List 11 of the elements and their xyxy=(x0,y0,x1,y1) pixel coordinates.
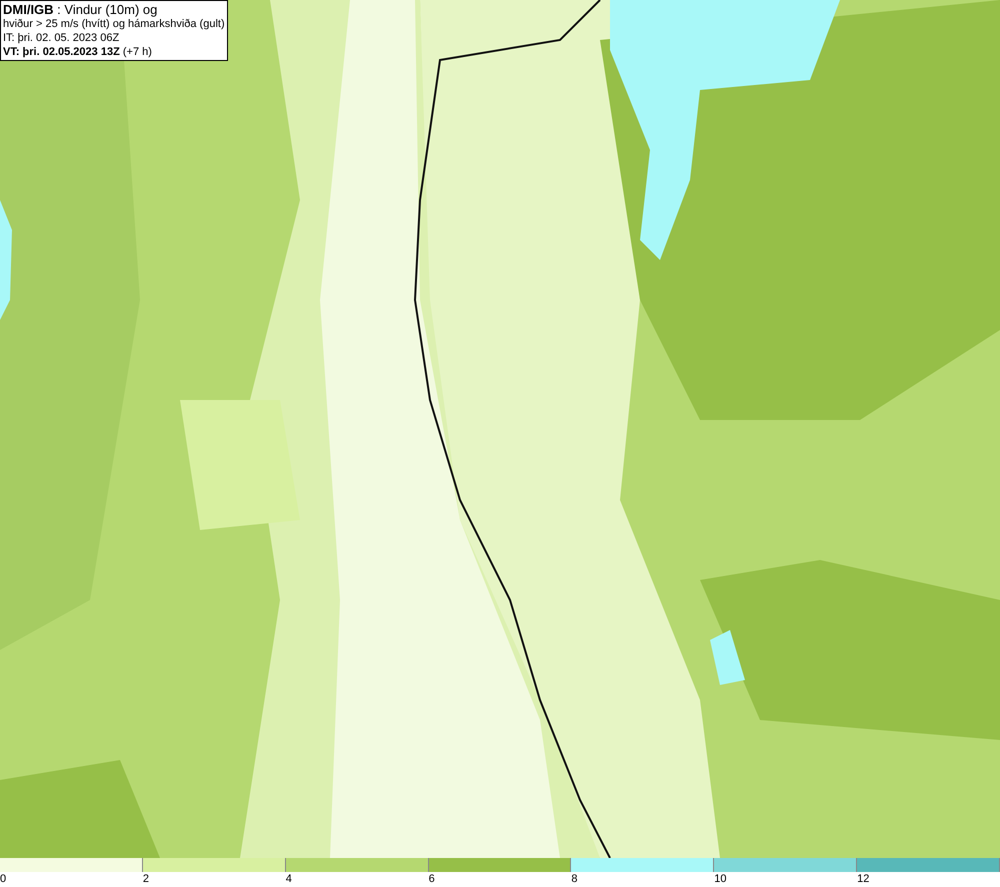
scale-label: 12 xyxy=(857,872,870,887)
legend-text: VT: þri. 02.05.2023 13Z (+7 h) xyxy=(3,45,153,59)
legend-text: hviður > 25 m/s (hvítt) og hámarkshviða (gult) xyxy=(3,17,225,31)
scale-label: 6 xyxy=(428,872,435,887)
legend-text: IT: þri. 02. 05. 2023 06Z xyxy=(3,31,120,45)
scale-label: 4 xyxy=(286,872,292,887)
scale-label: 2 xyxy=(142,872,149,887)
legend-text: DMI/IGB : Vindur (10m) og xyxy=(3,2,158,17)
scale-label: 8 xyxy=(571,872,578,887)
scale-label: 10 xyxy=(714,872,727,887)
scale-label: 0 xyxy=(0,872,6,887)
